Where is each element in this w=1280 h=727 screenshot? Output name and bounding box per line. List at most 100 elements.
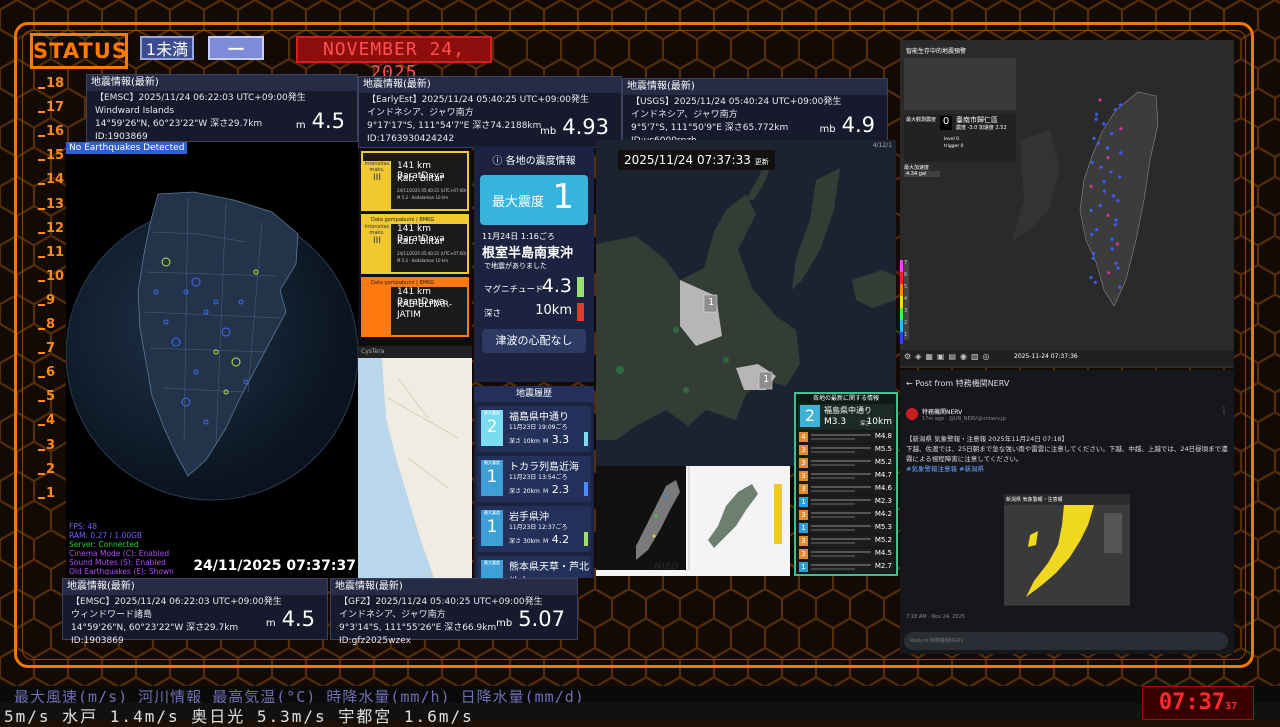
globe-stats: FPS: 48 RAM: 0.27 / 1.00GB Server: Connect… xyxy=(69,522,174,576)
scale-step: 6 xyxy=(900,272,910,284)
post-back[interactable]: ← Post from 特務機関NERV xyxy=(906,378,1009,389)
scale-step: 7 xyxy=(900,260,910,272)
scale-tick: 6 xyxy=(38,365,68,389)
card-usgs: 地震情報(最新) 【USGS】2025/11/24 05:40:24 UTC+0… xyxy=(622,78,888,146)
history-item[interactable]: 最大震度熊本県天草・芦北地方深さ M xyxy=(477,556,591,578)
clock: 07:3737 xyxy=(1142,686,1254,720)
card-gfz: 地震情報(最新) 【GFZ】2025/11/24 05:40:25 UTC+09… xyxy=(330,578,578,646)
station-dot xyxy=(1109,170,1113,174)
intensity-row[interactable]: 1 M5.3 xyxy=(798,522,894,534)
dash-pill: 一 xyxy=(208,36,264,60)
post-author[interactable]: 特務機関NERV xyxy=(922,407,962,416)
intensity-row[interactable]: 3 M4.5 xyxy=(798,548,894,560)
intensity-row[interactable]: 3 M5.2 xyxy=(798,457,894,469)
status-label: STATUS xyxy=(30,33,128,69)
station-dot xyxy=(1102,180,1106,184)
station-dot xyxy=(1099,165,1103,169)
shindo-epicenter: 根室半島南東沖 xyxy=(482,246,574,261)
station-dot xyxy=(1090,232,1094,236)
map-zoom: 4/12/1 xyxy=(872,142,892,149)
scale-label: 7 xyxy=(46,341,56,357)
scale-label: 14 xyxy=(46,172,65,188)
scale-label: 17 xyxy=(46,100,65,116)
card-id: ID:1903869 xyxy=(71,636,124,646)
scale-label: 11 xyxy=(46,244,65,260)
cystera-map[interactable]: CysTera xyxy=(358,346,472,578)
toolbar-icons[interactable]: ⚙◈▦▣▤◉▧◎ xyxy=(904,352,994,361)
station-dot xyxy=(1106,213,1110,217)
history-item[interactable]: 最大震度 1 岩手県沖 11月23日 12:37ごろ 深さ 30km M 4.2 xyxy=(477,506,591,552)
card-header: 地震情報(最新) xyxy=(63,579,327,595)
post-body: 【新潟県 気象警報・注意報 2025年11月24日 07:18】 下越、佐渡では… xyxy=(906,435,1228,473)
scale-label: 12 xyxy=(46,220,65,236)
scale-tick: 4 xyxy=(38,413,68,437)
shindo-time: 11月24日 1:16ごろ xyxy=(482,232,555,241)
intensity-row[interactable]: 3 M5.2 xyxy=(798,535,894,547)
intensity-row[interactable]: 3 M4.7 xyxy=(798,470,894,482)
post-image[interactable]: 新潟県 気象警報・注意報 xyxy=(1004,494,1130,606)
map-marker[interactable]: 1 xyxy=(708,297,714,308)
station-dot xyxy=(1118,103,1122,107)
post-meta: 17m ago · @UN_NERV@unnerv.jp xyxy=(922,416,1006,422)
scale-tick: 12 xyxy=(38,221,68,245)
globe-stat: RAM: 0.27 / 1.00GB xyxy=(69,531,143,540)
station-dot xyxy=(1092,136,1096,140)
intensity-row[interactable]: 3 M5.5 xyxy=(798,444,894,456)
ticker-bottom: 5m/s 水戸 1.4m/s 奥日光 5.3m/s 宇都宮 1.6m/s xyxy=(0,703,1280,726)
bmkg-card[interactable]: Data gempabumi | BMKG Intensitas maks. III… xyxy=(361,214,469,274)
globe-stat: Sound Mutes (S): Enabled xyxy=(69,558,166,567)
bmkg-card[interactable]: Intensitas maks. III 141 km BaratDaya Kab. … xyxy=(361,151,469,211)
map-marker[interactable]: 1 xyxy=(763,374,769,385)
scale-tick: 7 xyxy=(38,341,68,365)
nied-panel[interactable]: NIED xyxy=(596,466,790,576)
intensity-row[interactable]: 3 M4.6 xyxy=(798,483,894,495)
bmkg-panel[interactable]: Intensitas maks. III 141 km BaratDaya Kab. … xyxy=(358,148,472,346)
globe-panel[interactable]: No Earthquakes Detected FPS: 48 RAM: 0.27… xyxy=(66,142,358,578)
scale-tick: 1 xyxy=(38,486,68,510)
bmkg-card[interactable]: Data gempabumi | BMKG 141 km BaratDaya KAB… xyxy=(361,277,469,337)
card-line: 【EarlyEst】2025/11/24 05:40:25 UTC+09:00発… xyxy=(367,95,589,105)
station-dot xyxy=(1091,256,1095,260)
globe-map[interactable] xyxy=(66,142,358,578)
more-icon[interactable]: ⋮ xyxy=(1220,406,1228,415)
intensity-row[interactable]: 3 M4.2 xyxy=(798,509,894,521)
card-magnitude: mb 4.9 xyxy=(819,113,876,137)
scale-tick: 2 xyxy=(38,462,68,486)
card-header: 地震情報(最新) xyxy=(87,75,357,91)
history-item[interactable]: 最大震度 1 トカラ列島近海 11月23日 13:54ごろ 深さ 20km M 2.3 xyxy=(477,456,591,502)
station-dot xyxy=(1089,276,1093,280)
globe-stat: FPS: 48 xyxy=(69,522,98,531)
history-panel[interactable]: 地震履歴 最大震度 2 福島県中通り 11月23日 19:09ごろ 深さ 10km M 3… xyxy=(474,386,594,578)
taiwan-panel[interactable]: 智能生存中的地震預警 最大觀測震度 0 臺南市歸仁區 震度 -3.0 加速度 2… xyxy=(900,40,1234,368)
tsunami-notice: 津波の心配なし xyxy=(482,329,586,353)
intensity-list-title: 各地の最新に関する情報 xyxy=(812,395,879,402)
card-header: 地震情報(最新) xyxy=(623,79,887,95)
globe-stat: Old Earthquakes (E): Shown xyxy=(69,567,174,576)
scale-tick: 15 xyxy=(38,148,68,172)
station-dot xyxy=(1102,189,1107,193)
intensity-list[interactable]: 各地の最新に関する情報 2 福島県中通り M3.3 深さ 10km 4 M4.8 3… xyxy=(794,392,898,576)
station-dot xyxy=(1113,108,1117,112)
scale-label: 1 xyxy=(46,485,56,501)
card-header: 地震情報(最新) xyxy=(359,77,621,93)
avatar[interactable] xyxy=(906,408,918,420)
cystera-label: CysTera xyxy=(358,346,472,358)
history-item[interactable]: 最大震度 2 福島県中通り 11月23日 19:09ごろ 深さ 10km M 3.3 xyxy=(477,406,591,452)
intensity-row[interactable]: 1 M2.3 xyxy=(798,496,894,508)
scale-tick: 13 xyxy=(38,197,68,221)
reply-input[interactable] xyxy=(904,632,1228,650)
scale-label: 5 xyxy=(46,389,56,405)
intensity-row[interactable]: 1 M2.7 xyxy=(798,561,894,573)
intensity-row[interactable]: 4 M4.8 xyxy=(798,431,894,443)
scale-tick: 16 xyxy=(38,124,68,148)
scale-tick: 11 xyxy=(38,245,68,269)
card-emsc-top: 地震情報(最新) 【EMSC】2025/11/24 06:22:03 UTC+0… xyxy=(86,74,358,142)
scale-step: 5 xyxy=(900,284,910,296)
post-panel[interactable]: ← Post from 特務機関NERV 特務機関NERV 17m ago · … xyxy=(900,370,1234,654)
scale-step: 3 xyxy=(900,308,910,320)
station-dot xyxy=(1110,247,1114,251)
scale-tick: 5 xyxy=(38,389,68,413)
scale-label: 3 xyxy=(46,437,56,453)
card-id: ID:gfz2025wzex xyxy=(339,636,411,646)
scale-step: 4 xyxy=(900,296,910,308)
